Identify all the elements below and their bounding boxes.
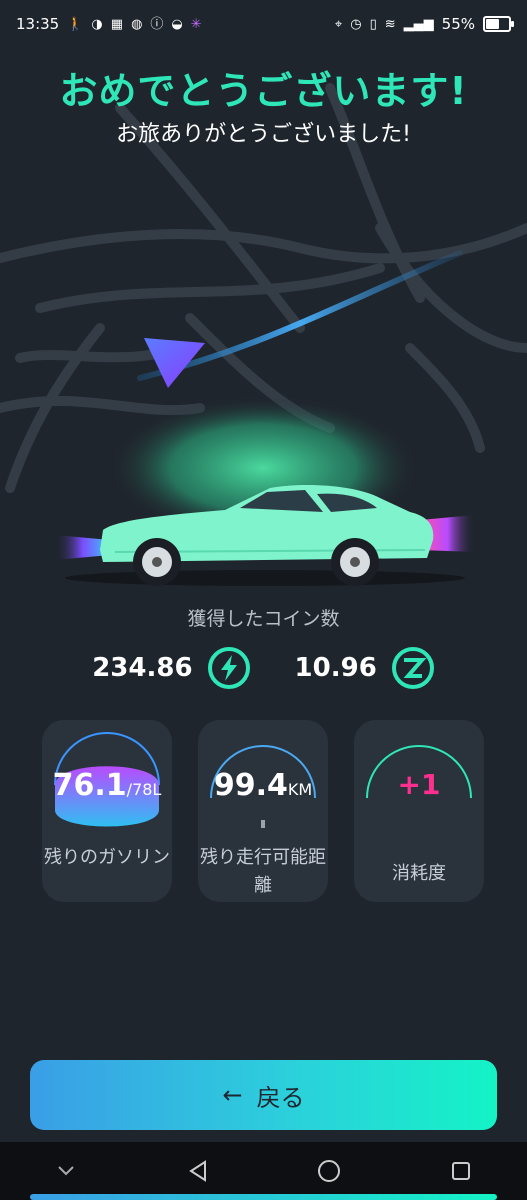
stats-cards: 76.1/78L 残りのガソリン 99.4KM 残り走行可能距離 +1 消耗度 — [42, 720, 485, 902]
status-left: 13:35 🚶 ◑ ▦ ◍ ⓘ ◒ ✳ — [16, 15, 202, 33]
recents-square-icon[interactable] — [441, 1151, 481, 1191]
back-triangle-icon[interactable] — [178, 1151, 218, 1191]
range-amount: 99.4 — [213, 768, 288, 803]
range-unit: KM — [287, 780, 313, 799]
moon-icon: ◑ — [91, 16, 103, 32]
battery-icon — [483, 16, 514, 32]
wifi-icon: ≋ — [384, 16, 396, 32]
bottom-button-strip — [30, 1194, 497, 1200]
battery-percent: 55% — [441, 15, 475, 33]
vibrate-icon: ▯ — [369, 16, 377, 32]
fuel-amount: 76.1 — [52, 768, 127, 803]
app-icon: ◍ — [131, 16, 143, 32]
congrats-title: おめでとうございます! — [59, 69, 468, 113]
energy-coin-value: 234.86 — [92, 653, 193, 683]
location-icon: ⌖ — [334, 16, 343, 32]
wear-value: +1 — [397, 768, 441, 801]
info-icon: ⓘ — [150, 16, 164, 32]
coins-row: 234.86 10.96 — [0, 646, 527, 690]
chevron-down-icon[interactable] — [46, 1151, 86, 1191]
alarm-icon: ◷ — [350, 16, 362, 32]
wear-label: 消耗度 — [392, 863, 446, 884]
status-right: ⌖ ◷ ▯ ≋ ▂▄▆ 55% — [334, 15, 514, 33]
back-button-label: 戻る — [256, 1083, 305, 1112]
z-coin-value: 10.96 — [294, 653, 377, 683]
home-circle-icon[interactable] — [309, 1151, 349, 1191]
car-illustration — [55, 485, 475, 586]
news-icon: ▦ — [110, 16, 124, 32]
range-label: 残り走行可能距離 — [200, 847, 326, 896]
fuel-unit: /78L — [126, 780, 162, 799]
status-time: 13:35 — [16, 15, 60, 33]
z-coin-icon — [391, 647, 434, 689]
thanks-subtitle: お旅ありがとうございました! — [116, 122, 411, 147]
fuel-value: 76.1/78L — [42, 768, 172, 803]
fuel-card[interactable]: 76.1/78L 残りのガソリン — [42, 720, 172, 902]
arrow-left-icon: ← — [222, 1081, 243, 1109]
walk-icon: 🚶 — [67, 16, 84, 32]
coins-earned-label: 獲得したコイン数 — [187, 608, 340, 630]
fuel-gauge — [54, 732, 160, 827]
lightning-coin-icon — [207, 647, 250, 689]
system-nav-bar — [0, 1142, 527, 1200]
range-value: 99.4KM — [198, 768, 328, 803]
back-button[interactable]: ← 戻る — [30, 1060, 497, 1130]
status-bar: 13:35 🚶 ◑ ▦ ◍ ⓘ ◒ ✳ ⌖ ◷ ▯ ≋ ▂▄▆ 55% — [0, 0, 527, 48]
bike-icon: ◒ — [171, 16, 183, 32]
fuel-label: 残りのガソリン — [44, 847, 170, 868]
sparkle-icon: ✳ — [190, 16, 202, 32]
range-card[interactable]: 99.4KM 残り走行可能距離 — [198, 720, 328, 902]
signal-icon: ▂▄▆ — [403, 16, 434, 32]
wear-card[interactable]: +1 消耗度 — [354, 720, 484, 902]
